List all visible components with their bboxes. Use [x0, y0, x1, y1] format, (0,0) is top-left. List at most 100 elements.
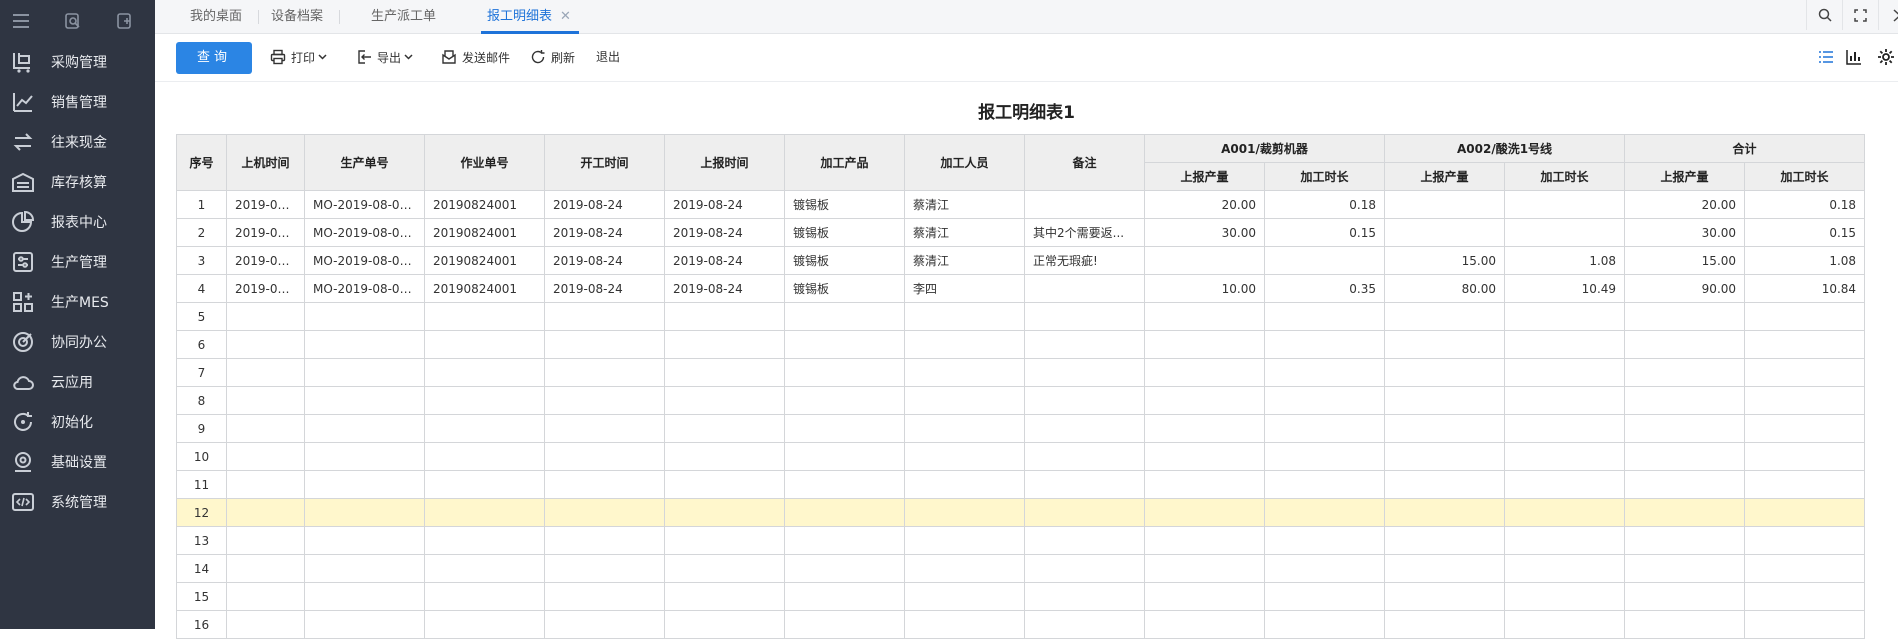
cell-job-no[interactable] [425, 387, 545, 415]
cell-machine-time[interactable]: 2019-08... [227, 191, 305, 219]
cell-b-hours[interactable] [1505, 359, 1625, 387]
sidebar-item-4[interactable]: 报表中心 [0, 202, 155, 242]
cell-a-qty[interactable] [1145, 247, 1265, 275]
cell-b-qty[interactable] [1385, 471, 1505, 499]
cell-product[interactable] [785, 471, 905, 499]
cell-job-no[interactable] [425, 303, 545, 331]
cell-b-hours[interactable] [1505, 583, 1625, 611]
cell-machine-time[interactable] [227, 527, 305, 555]
cell-a-hours[interactable] [1265, 471, 1385, 499]
cell-total-qty[interactable] [1625, 415, 1745, 443]
sidebar-item-2[interactable]: 往来现金 [0, 122, 155, 162]
cell-seq[interactable]: 1 [177, 191, 227, 219]
sidebar-item-3[interactable]: 库存核算 [0, 162, 155, 202]
cell-note[interactable] [1025, 527, 1145, 555]
cell-seq[interactable]: 13 [177, 527, 227, 555]
cell-total-hours[interactable] [1745, 583, 1865, 611]
cell-worker[interactable]: 蔡清江 [905, 191, 1025, 219]
cell-b-hours[interactable] [1505, 387, 1625, 415]
cell-note[interactable] [1025, 191, 1145, 219]
cell-total-qty[interactable] [1625, 443, 1745, 471]
cell-mo-no[interactable]: MO-2019-08-0001 [305, 275, 425, 303]
cell-job-no[interactable] [425, 415, 545, 443]
cell-b-qty[interactable] [1385, 499, 1505, 527]
sidebar-item-5[interactable]: 生产管理 [0, 242, 155, 282]
cell-mo-no[interactable]: MO-2019-08-0001 [305, 247, 425, 275]
col-seq[interactable]: 序号 [177, 135, 227, 191]
cell-a-hours[interactable] [1265, 555, 1385, 583]
cell-job-no[interactable] [425, 527, 545, 555]
cell-b-qty[interactable] [1385, 583, 1505, 611]
cell-a-hours[interactable] [1265, 247, 1385, 275]
cell-total-hours[interactable] [1745, 555, 1865, 583]
cell-seq[interactable]: 7 [177, 359, 227, 387]
table-row[interactable]: 8 [177, 387, 1865, 415]
cell-report-time[interactable]: 2019-08-24 [665, 219, 785, 247]
cell-job-no[interactable]: 20190824001 [425, 191, 545, 219]
table-row[interactable]: 7 [177, 359, 1865, 387]
cell-total-hours[interactable] [1745, 359, 1865, 387]
cell-note[interactable] [1025, 415, 1145, 443]
menu-icon[interactable] [12, 12, 30, 30]
settings-gear-icon[interactable] [1875, 46, 1897, 68]
cell-mo-no[interactable] [305, 359, 425, 387]
table-row[interactable]: 5 [177, 303, 1865, 331]
col-b-qty[interactable]: 上报产量 [1385, 163, 1505, 191]
cell-report-time[interactable] [665, 359, 785, 387]
cell-worker[interactable] [905, 471, 1025, 499]
cell-note[interactable]: 正常无瑕疵! [1025, 247, 1145, 275]
cell-start-time[interactable] [545, 527, 665, 555]
cell-machine-time[interactable] [227, 499, 305, 527]
cell-b-hours[interactable] [1505, 611, 1625, 639]
cell-machine-time[interactable] [227, 611, 305, 639]
col-start-time[interactable]: 开工时间 [545, 135, 665, 191]
cell-report-time[interactable] [665, 611, 785, 639]
tab-equipment-archive[interactable]: 设备档案 [271, 0, 323, 34]
cell-b-hours[interactable] [1505, 443, 1625, 471]
cell-a-qty[interactable]: 30.00 [1145, 219, 1265, 247]
cell-seq[interactable]: 10 [177, 443, 227, 471]
cell-product[interactable] [785, 499, 905, 527]
cell-machine-time[interactable] [227, 303, 305, 331]
col-machine-time[interactable]: 上机时间 [227, 135, 305, 191]
cell-report-time[interactable] [665, 415, 785, 443]
cell-mo-no[interactable] [305, 471, 425, 499]
cell-seq[interactable]: 2 [177, 219, 227, 247]
cell-start-time[interactable] [545, 443, 665, 471]
cell-b-hours[interactable] [1505, 303, 1625, 331]
cell-product[interactable] [785, 415, 905, 443]
cell-note[interactable]: 其中2个需要返... [1025, 219, 1145, 247]
cell-worker[interactable]: 蔡清江 [905, 219, 1025, 247]
sidebar-item-9[interactable]: 初始化 [0, 402, 155, 442]
cell-machine-time[interactable] [227, 331, 305, 359]
cell-b-hours[interactable]: 1.08 [1505, 247, 1625, 275]
table-row[interactable]: 12 [177, 499, 1865, 527]
cell-total-qty[interactable]: 15.00 [1625, 247, 1745, 275]
cell-b-hours[interactable] [1505, 471, 1625, 499]
cell-report-time[interactable]: 2019-08-24 [665, 275, 785, 303]
table-row[interactable]: 11 [177, 471, 1865, 499]
cell-a-qty[interactable] [1145, 555, 1265, 583]
cell-a-qty[interactable]: 20.00 [1145, 191, 1265, 219]
cell-product[interactable] [785, 303, 905, 331]
tab-production-dispatch[interactable]: 生产派工单 [371, 0, 436, 34]
table-row[interactable]: 13 [177, 527, 1865, 555]
cell-a-hours[interactable] [1265, 387, 1385, 415]
cell-a-qty[interactable] [1145, 387, 1265, 415]
cell-start-time[interactable] [545, 499, 665, 527]
cell-total-hours[interactable] [1745, 443, 1865, 471]
sidebar-item-7[interactable]: 协同办公 [0, 322, 155, 362]
cell-b-hours[interactable] [1505, 527, 1625, 555]
cell-product[interactable]: 镀锡板 [785, 275, 905, 303]
cell-report-time[interactable] [665, 443, 785, 471]
cell-a-qty[interactable] [1145, 499, 1265, 527]
cell-seq[interactable]: 5 [177, 303, 227, 331]
cell-worker[interactable] [905, 359, 1025, 387]
cell-worker[interactable] [905, 555, 1025, 583]
tab-work-report-detail[interactable]: 报工明细表✕ [487, 0, 571, 34]
cell-total-qty[interactable] [1625, 527, 1745, 555]
cell-start-time[interactable] [545, 331, 665, 359]
cell-b-hours[interactable] [1505, 415, 1625, 443]
cell-b-hours[interactable] [1505, 499, 1625, 527]
cell-total-qty[interactable]: 90.00 [1625, 275, 1745, 303]
